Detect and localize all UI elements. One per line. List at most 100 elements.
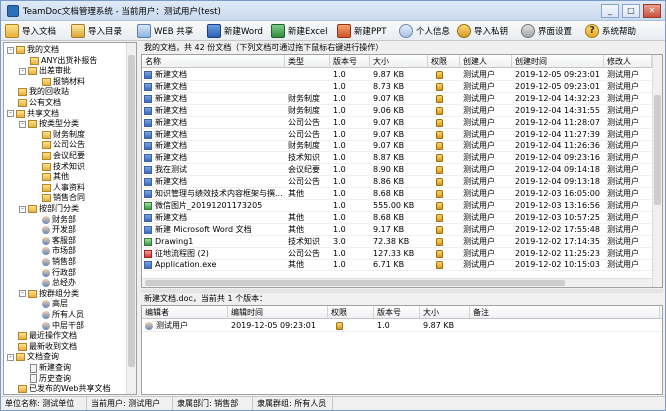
doclist-vertical-scrollbar[interactable]	[652, 55, 662, 287]
tree-expand-toggle[interactable]: -	[7, 46, 14, 54]
table-row[interactable]: 新建文档 财务制度 1.0 9.07 KB 测试用户 2019-12-04 11:26:3…	[142, 140, 652, 153]
toolbar-button-5[interactable]: 新建Excel	[271, 22, 328, 40]
version-column-header[interactable]: 权限	[328, 306, 374, 319]
tree-expand-toggle[interactable]: -	[7, 110, 14, 118]
column-header[interactable]: 修改人	[604, 55, 652, 68]
table-row[interactable]: Application.exe 其他 1.0 6.71 KB 测试用户 2019-12-0…	[142, 259, 652, 272]
tree-node[interactable]: 销售合同	[31, 193, 85, 203]
tree-node[interactable]: 最近操作文档	[7, 331, 77, 341]
version-list[interactable]: 编辑者 编辑时间 权限 版本号 大小 备注 测试用户 2019-12-05 09:23:01…	[141, 305, 663, 395]
table-row[interactable]: 新建文档 公司公告 1.0 9.07 KB 测试用户 2019-12-04 11:27:3…	[142, 129, 652, 141]
tree-expand-toggle[interactable]: -	[19, 205, 26, 213]
column-header[interactable]: 创建时间	[512, 55, 604, 68]
toolbar-button-3[interactable]: WEB 共享	[137, 22, 193, 40]
table-row[interactable]: 新建文档 公司公告 1.0 9.07 KB 测试用户 2019-12-04 11:28:0…	[142, 117, 652, 129]
version-column-header[interactable]: 大小	[420, 306, 470, 319]
tree-node[interactable]: 我的回收站	[7, 87, 69, 97]
tree-node[interactable]: 公司公告	[31, 140, 85, 150]
folder-tree[interactable]: - 我的文档 ANY出货补报告 - 出差审批 报销材料 我的回收站 公有文档 - 共享文档 - 按类型…	[3, 42, 137, 395]
tree-node[interactable]: 客服部	[31, 236, 76, 246]
tree-scrollbar[interactable]	[126, 43, 136, 394]
tree-node[interactable]: - 按部门分类	[19, 204, 79, 214]
doclist-horizontal-scrollbar[interactable]	[142, 278, 652, 287]
column-header[interactable]: 大小	[370, 55, 428, 68]
tree-node[interactable]: - 出差审批	[19, 66, 71, 76]
tree-node[interactable]: 市场部	[31, 246, 76, 256]
tree-node[interactable]: 人事资料	[31, 183, 85, 193]
tree-node[interactable]: 所有人员	[31, 310, 84, 320]
table-row[interactable]: 新建文档 1.0 8.73 KB 测试用户 2019-12-05 09:23:01 测试用…	[142, 81, 652, 93]
version-column-header[interactable]: 版本号	[374, 306, 420, 319]
toolbar-button-9[interactable]: 界面设置	[521, 22, 572, 40]
table-row[interactable]: Drawing1 技术知识 3.0 72.38 KB 测试用户 2019-12-02 17…	[142, 236, 652, 248]
doclist-scroll-thumb[interactable]	[654, 95, 661, 205]
table-row[interactable]: 知识管理与绩效技术内容框架与撰... 其他 1.0 8.68 KB 测试用户 2019-1…	[142, 188, 652, 200]
tree-node[interactable]: 开发部	[31, 225, 76, 235]
doclist-hscroll-thumb[interactable]	[145, 280, 565, 286]
table-row[interactable]: 征地流程图 (2) 公司公告 1.0 127.33 KB 测试用户 2019-12-02 …	[142, 248, 652, 260]
cell-version: 1.0	[333, 248, 346, 258]
tree-node[interactable]: 已发布的Web共享文档	[7, 384, 110, 394]
toolbar-button-7[interactable]: 个人信息	[399, 22, 450, 40]
toolbar-button-8[interactable]: 导入私钥	[457, 22, 508, 40]
tree-expand-toggle[interactable]: -	[19, 67, 26, 75]
table-row[interactable]: 新建文档 技术知识 1.0 8.87 KB 测试用户 2019-12-04 09:23:1…	[142, 152, 652, 165]
tree-node[interactable]: ANY出货补报告	[19, 56, 97, 66]
close-button[interactable]: ✕	[643, 4, 661, 18]
tree-node[interactable]: 总经办	[31, 278, 76, 288]
word-file-icon	[144, 213, 152, 222]
toolbar-button-10[interactable]: ? 系统帮助	[585, 22, 636, 40]
table-row[interactable]: 微信图片_20191201173205 1.0 555.00 KB 测试用户 2019-…	[142, 200, 652, 212]
table-row[interactable]: 新建文档 其他 1.0 8.68 KB 测试用户 2019-12-03 10:57:25 测…	[142, 212, 652, 224]
version-column-header[interactable]: 编辑时间	[228, 306, 328, 319]
lock-icon	[436, 142, 443, 151]
version-row[interactable]: 测试用户 2019-12-05 09:23:01 1.0 9.87 KB	[142, 320, 662, 332]
tree-node[interactable]: 财务部	[31, 215, 76, 225]
column-header[interactable]: 类型	[285, 55, 330, 68]
tree-node[interactable]: - 我的文档	[7, 45, 59, 55]
tree-node[interactable]: 会议纪要	[31, 151, 85, 161]
tree-expand-toggle[interactable]: -	[19, 290, 26, 298]
column-header[interactable]: 名称	[142, 55, 285, 68]
maximize-button[interactable]: □	[622, 4, 640, 18]
tree-node[interactable]: 销售部	[31, 257, 76, 267]
cell-version: 1.0	[333, 81, 346, 91]
tree-node[interactable]: - 共享文档	[7, 109, 59, 119]
table-row[interactable]: 新建 Microsoft Word 文档 其他 1.0 9.17 KB 测试用户 2019…	[142, 224, 652, 236]
table-row[interactable]: 新建文档 财务制度 1.0 9.07 KB 测试用户 2019-12-04 14:32:2…	[142, 93, 652, 105]
table-row[interactable]: 新建文档 1.0 9.87 KB 测试用户 2019-12-05 09:23:01 测试用…	[142, 69, 652, 81]
tree-node[interactable]: 历史查询	[19, 374, 71, 384]
tree-expand-toggle[interactable]: -	[19, 120, 26, 128]
column-header[interactable]: 版本号	[330, 55, 370, 68]
minimize-button[interactable]: _	[601, 4, 619, 18]
table-row[interactable]: 我在测试 会议纪要 1.0 8.90 KB 测试用户 2019-12-04 09:14:1…	[142, 164, 652, 177]
tree-node[interactable]: 高层	[31, 299, 68, 309]
tree-node[interactable]: 最新收到文档	[7, 342, 77, 352]
tree-node[interactable]: 其他	[31, 172, 69, 182]
tree-node[interactable]: 技术知识	[31, 162, 85, 172]
toolbar-button-4[interactable]: 新建Word	[207, 22, 263, 40]
column-header[interactable]: 创建人	[460, 55, 512, 68]
toolbar-button-6[interactable]: 新建PPT	[337, 22, 386, 40]
tree-scroll-thumb[interactable]	[128, 55, 135, 367]
version-column-header[interactable]: 编辑者	[142, 306, 228, 319]
table-row[interactable]: 新建文档 财务制度 1.0 9.06 KB 测试用户 2019-12-04 14:31:5…	[142, 105, 652, 117]
version-column-header[interactable]: 备注	[470, 306, 660, 319]
lock-icon	[436, 154, 443, 163]
tree-node[interactable]: - 文档查询	[7, 352, 59, 362]
tree-node[interactable]: - 按类型分类	[19, 119, 79, 129]
tree-node[interactable]: 财务制度	[31, 130, 85, 140]
cell-size: 8.90 KB	[373, 165, 405, 175]
table-row[interactable]: 新建文档 公司公告 1.0 8.86 KB 测试用户 2019-12-04 09:13:1…	[142, 176, 652, 189]
toolbar-button-2[interactable]: 导入目录	[71, 22, 122, 40]
toolbar-button-1[interactable]: 导入文档	[5, 22, 56, 40]
tree-node[interactable]: 新建查询	[19, 363, 71, 373]
document-list[interactable]: 名称 类型 版本号 大小 权限 创建人 创建时间 修改人 新建文档 1.0 9.87 KB 测试用户…	[141, 54, 663, 288]
tree-node[interactable]: 中层干部	[31, 321, 84, 331]
tree-node[interactable]: 公有文档	[7, 98, 61, 108]
column-header[interactable]: 权限	[428, 55, 460, 68]
tree-node[interactable]: 报销材料	[31, 77, 85, 87]
tree-expand-toggle[interactable]: -	[7, 353, 14, 361]
tree-node[interactable]: 行政部	[31, 268, 76, 278]
tree-node[interactable]: - 按群组分类	[19, 289, 79, 299]
